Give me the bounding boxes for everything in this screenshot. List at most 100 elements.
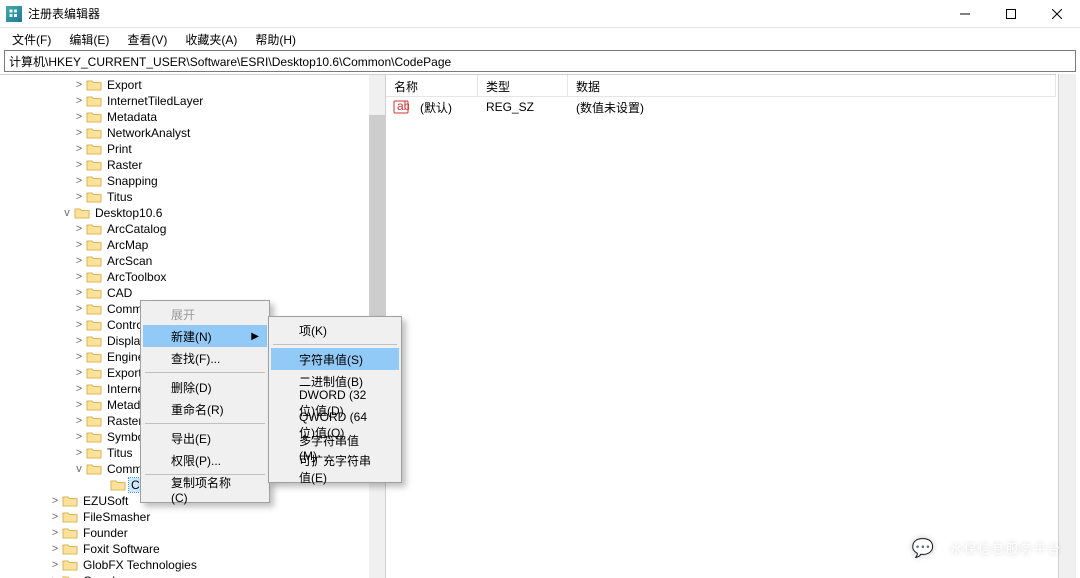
tree-node[interactable]: >ArcCatalog — [0, 221, 385, 237]
ctx-delete[interactable]: 删除(D) — [143, 376, 267, 398]
expand-toggle-icon[interactable]: > — [72, 431, 86, 443]
menu-favorites[interactable]: 收藏夹(A) — [177, 29, 245, 50]
folder-icon — [86, 286, 102, 300]
tree-node[interactable]: >Metadata — [0, 109, 385, 125]
sub-key[interactable]: 项(K) — [271, 319, 399, 341]
folder-icon — [86, 382, 102, 396]
ctx-expand[interactable]: 展开 — [143, 303, 267, 325]
tree-node[interactable]: >InternetTiledLayer — [0, 93, 385, 109]
maximize-button[interactable] — [988, 0, 1034, 28]
menu-help[interactable]: 帮助(H) — [247, 29, 304, 50]
tree-node[interactable]: > ArcToolbox — [0, 269, 385, 285]
watermark-icon: 💬 — [906, 530, 942, 566]
expand-toggle-icon[interactable]: > — [72, 127, 86, 139]
folder-icon — [86, 350, 102, 364]
tree-node-label: ArcToolbox — [105, 270, 168, 284]
tree-node[interactable]: >FileSmasher — [0, 509, 385, 525]
value-type: REG_SZ — [478, 100, 568, 114]
expand-toggle-icon[interactable]: > — [72, 367, 86, 379]
folder-icon — [86, 398, 102, 412]
folder-icon — [86, 414, 102, 428]
tree-node[interactable]: > Raster — [0, 157, 385, 173]
folder-icon — [86, 158, 102, 172]
tree-node[interactable]: > CAD — [0, 285, 385, 301]
address-bar[interactable]: 计算机\HKEY_CURRENT_USER\Software\ESRI\Desk… — [4, 50, 1076, 72]
expand-toggle-icon[interactable]: > — [72, 287, 86, 299]
expand-toggle-icon[interactable]: > — [72, 351, 86, 363]
ctx-rename[interactable]: 重命名(R) — [143, 398, 267, 420]
tree-node[interactable]: > Export — [0, 77, 385, 93]
expand-toggle-icon[interactable]: > — [72, 239, 86, 251]
folder-icon — [86, 254, 102, 268]
folder-icon — [86, 174, 102, 188]
expand-toggle-icon[interactable]: > — [72, 255, 86, 267]
expand-toggle-icon[interactable]: > — [72, 95, 86, 107]
expand-toggle-icon[interactable]: > — [72, 303, 86, 315]
tree-node[interactable]: >Print — [0, 141, 385, 157]
expand-toggle-icon[interactable]: > — [72, 79, 86, 91]
tree-node[interactable]: >Founder — [0, 525, 385, 541]
expand-toggle-icon[interactable]: > — [48, 511, 62, 523]
tree-node[interactable]: >ArcMap — [0, 237, 385, 253]
menu-view[interactable]: 查看(V) — [119, 29, 175, 50]
minimize-button[interactable] — [942, 0, 988, 28]
folder-icon — [62, 558, 78, 572]
title-bar: 注册表编辑器 — [0, 0, 1080, 28]
expand-toggle-icon[interactable]: > — [72, 111, 86, 123]
expand-toggle-icon[interactable]: > — [72, 271, 86, 283]
sub-separator — [273, 344, 397, 345]
tree-node[interactable]: >GlobFX Technologies — [0, 557, 385, 573]
col-type[interactable]: 类型 — [478, 75, 568, 96]
expand-toggle-icon[interactable]: > — [48, 495, 62, 507]
folder-icon — [86, 366, 102, 380]
tree-node[interactable]: >Foxit Software — [0, 541, 385, 557]
folder-icon — [86, 126, 102, 140]
expand-toggle-icon[interactable]: > — [72, 159, 86, 171]
expand-toggle-icon[interactable]: > — [72, 191, 86, 203]
tree-node[interactable]: >NetworkAnalyst — [0, 125, 385, 141]
tree-node[interactable]: >Snapping — [0, 173, 385, 189]
tree-node[interactable]: > ArcScan — [0, 253, 385, 269]
tree-node[interactable]: >Google — [0, 573, 385, 578]
menu-edit[interactable]: 编辑(E) — [61, 29, 117, 50]
menu-file[interactable]: 文件(F) — [4, 29, 59, 50]
tree-node-label: Export — [105, 78, 144, 92]
folder-icon — [86, 270, 102, 284]
context-menu: 展开 新建(N) ▶ 查找(F)... 删除(D) 重命名(R) 导出(E) 权… — [140, 300, 270, 503]
ctx-permissions[interactable]: 权限(P)... — [143, 449, 267, 471]
tree-node-label: Raster — [105, 158, 144, 172]
expand-toggle-icon[interactable]: > — [72, 223, 86, 235]
tree-node-label: ArcScan — [105, 254, 154, 268]
col-data[interactable]: 数据 — [568, 75, 1056, 96]
folder-icon — [86, 334, 102, 348]
tree-node-label: CAD — [105, 286, 134, 300]
expand-toggle-icon[interactable]: > — [48, 527, 62, 539]
expand-toggle-icon[interactable]: > — [72, 143, 86, 155]
ctx-export[interactable]: 导出(E) — [143, 427, 267, 449]
expand-toggle-icon[interactable]: > — [72, 415, 86, 427]
expand-toggle-icon[interactable]: > — [72, 383, 86, 395]
sub-expand[interactable]: 可扩充字符串值(E) — [271, 458, 399, 480]
expand-toggle-icon[interactable]: v — [72, 463, 86, 475]
window-scrollbar[interactable] — [1058, 74, 1076, 578]
expand-toggle-icon[interactable]: v — [60, 207, 74, 219]
value-row-default[interactable]: ab (默认) REG_SZ (数值未设置) — [386, 97, 1056, 117]
expand-toggle-icon[interactable]: > — [48, 559, 62, 571]
expand-toggle-icon[interactable]: > — [72, 399, 86, 411]
tree-node[interactable]: vDesktop10.6 — [0, 205, 385, 221]
sub-string[interactable]: 字符串值(S) — [271, 348, 399, 370]
expand-toggle-icon[interactable]: > — [72, 175, 86, 187]
close-button[interactable] — [1034, 0, 1080, 28]
tree-node[interactable]: >Titus — [0, 189, 385, 205]
expand-toggle-icon[interactable]: > — [72, 335, 86, 347]
values-pane: 名称 类型 数据 ab (默认) REG_SZ (数值未设置) — [386, 75, 1056, 578]
expand-toggle-icon[interactable]: > — [48, 543, 62, 555]
ctx-new[interactable]: 新建(N) ▶ — [143, 325, 267, 347]
value-data: (数值未设置) — [568, 99, 652, 116]
ctx-find[interactable]: 查找(F)... — [143, 347, 267, 369]
col-name[interactable]: 名称 — [386, 75, 478, 96]
ctx-copy-key-name[interactable]: 复制项名称(C) — [143, 478, 267, 500]
expand-toggle-icon[interactable]: > — [72, 447, 86, 459]
expand-toggle-icon[interactable]: > — [72, 319, 86, 331]
watermark: 💬 水保信息服务平台 — [906, 530, 1062, 566]
